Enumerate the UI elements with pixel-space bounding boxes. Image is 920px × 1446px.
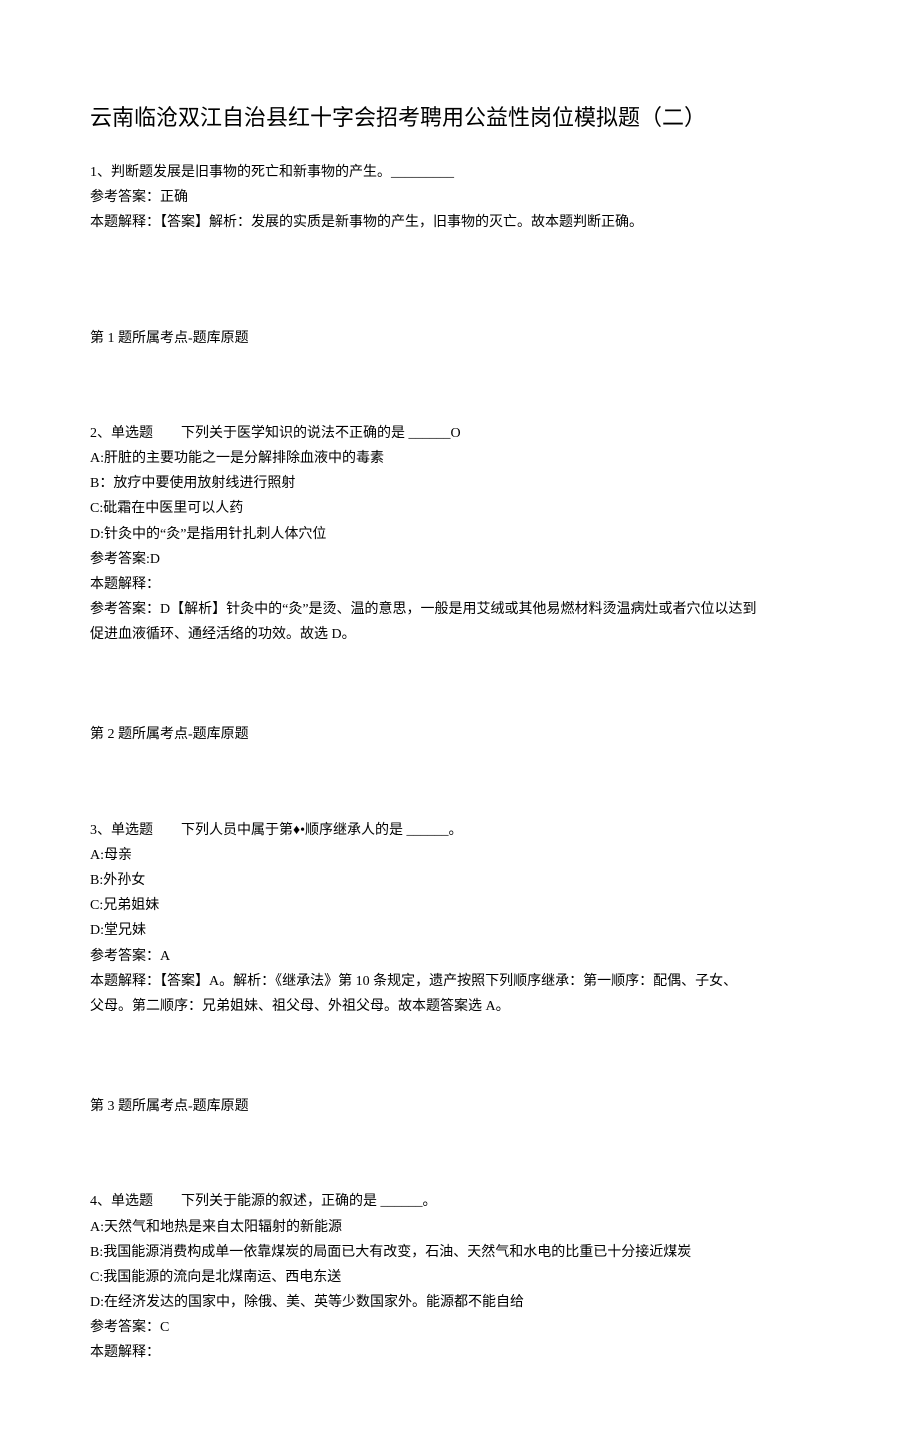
q3-explain-1: 本题解释：【答案】A。解析：《继承法》第 10 条规定，遗产按照下列顺序继承：第… [90,969,830,994]
q3-option-b: B:外孙女 [90,868,830,893]
q1-explain: 本题解释：【答案】解析：发展的实质是新事物的产生，旧事物的灭亡。故本题判断正确。 [90,210,830,235]
question-3: 3、单选题 下列人员中属于第♦•顺序继承人的是 ______。 A:母亲 B:外… [90,818,830,1020]
document-title: 云南临沧双江自治县红十字会招考聘用公益性岗位模拟题（二） [90,100,830,132]
q4-option-c: C:我国能源的流向是北煤南运、西电东送 [90,1265,830,1290]
question-2: 2、单选题 下列关于医学知识的说法不正确的是 ______O A:肝脏的主要功能… [90,421,830,648]
q4-option-a: A:天然气和地热是来自太阳辐射的新能源 [90,1215,830,1240]
q2-answer: 参考答案:D [90,547,830,572]
q1-answer: 参考答案：正确 [90,185,830,210]
q4-stem: 4、单选题 下列关于能源的叙述，正确的是 ______。 [90,1189,830,1214]
q3-option-a: A:母亲 [90,843,830,868]
q3-stem: 3、单选题 下列人员中属于第♦•顺序继承人的是 ______。 [90,818,830,843]
q3-meta: 第 3 题所属考点-题库原题 [90,1094,830,1119]
q4-explain-label: 本题解释： [90,1340,830,1365]
q2-option-a: A:肝脏的主要功能之一是分解排除血液中的毒素 [90,446,830,471]
question-1: 1、判断题发展是旧事物的死亡和新事物的产生。_________ 参考答案：正确 … [90,160,830,236]
q3-answer: 参考答案：A [90,944,830,969]
q3-option-c: C:兄弟姐妹 [90,893,830,918]
q2-explain-2: 促进血液循环、通经活络的功效。故选 D。 [90,622,830,647]
q2-explain-1: 参考答案：D【解析】针灸中的“灸”是烫、温的意思，一般是用艾绒或其他易燃材料烫温… [90,597,830,622]
q3-explain-2: 父母。第二顺序：兄弟姐妹、祖父母、外祖父母。故本题答案选 A。 [90,994,830,1019]
q4-option-b: B:我国能源消费构成单一依靠煤炭的局面已大有改变，石油、天然气和水电的比重已十分… [90,1240,830,1265]
q3-option-d: D:堂兄妹 [90,918,830,943]
q2-explain-label: 本题解释： [90,572,830,597]
q2-option-b: B：放疗中要使用放射线进行照射 [90,471,830,496]
q2-meta: 第 2 题所属考点-题库原题 [90,722,830,747]
q4-option-d: D:在经济发达的国家中，除俄、美、英等少数国家外。能源都不能自给 [90,1290,830,1315]
question-4: 4、单选题 下列关于能源的叙述，正确的是 ______。 A:天然气和地热是来自… [90,1189,830,1365]
q2-stem: 2、单选题 下列关于医学知识的说法不正确的是 ______O [90,421,830,446]
q1-meta: 第 1 题所属考点-题库原题 [90,326,830,351]
q2-option-c: C:砒霜在中医里可以人药 [90,496,830,521]
q2-option-d: D:针灸中的“灸”是指用针扎刺人体穴位 [90,522,830,547]
q4-answer: 参考答案：C [90,1315,830,1340]
q1-stem: 1、判断题发展是旧事物的死亡和新事物的产生。_________ [90,160,830,185]
